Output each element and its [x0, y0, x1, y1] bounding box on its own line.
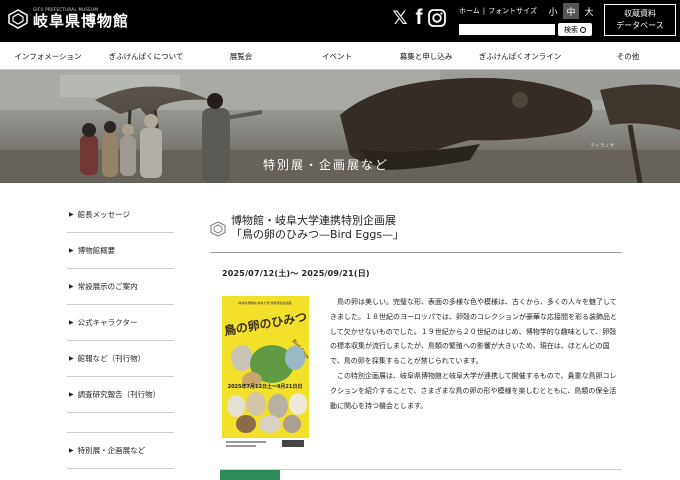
arrow-right-icon: ▶ — [69, 391, 74, 398]
search-input[interactable] — [459, 24, 555, 35]
poster-top-text: 岐阜県博物館 岐阜大学 連携特別企画展 — [239, 300, 292, 305]
arrow-right-icon: ▶ — [69, 447, 74, 454]
sidebar-item-research-reports[interactable]: ▶ 調査研究報告（刊行物） — [67, 377, 174, 413]
x-twitter-icon[interactable]: 𝕏 — [390, 7, 410, 29]
sidebar-item-publications[interactable]: ▶ 館報など（刊行物） — [67, 341, 174, 377]
sidebar-item-overview[interactable]: ▶ 博物館概要 — [67, 233, 174, 269]
exhibition-description: 鳥の卵は美しい。完璧な形、表面の多様な色や模様は、古くから、多くの人々を魅了して… — [330, 295, 620, 413]
home-link[interactable]: ホーム — [459, 6, 480, 16]
hero-banner: 特別展・企画展など ティラノサ — [0, 70, 680, 183]
search-icon — [580, 26, 586, 33]
facebook-icon[interactable]: f — [411, 6, 427, 29]
museum-hexagon-icon — [210, 221, 226, 237]
article-title-line2: 「鳥の卵のひみつ—Bird Eggs—」 — [231, 228, 405, 241]
nav-item-other[interactable]: その他 — [576, 42, 680, 70]
hero-sign-label: ティラノサ — [590, 143, 615, 149]
font-size-switcher: 小 中 大 — [545, 3, 599, 19]
top-links: ホーム | フォントサイズ — [459, 6, 537, 16]
sidebar-item-label: 特別展・企画展など — [77, 446, 146, 455]
collection-label-2: データベース — [616, 21, 664, 30]
exhibition-poster[interactable]: 岐阜県博物館 岐阜大学 連携特別企画展 鳥の卵のひみつ Bird Eggs 20… — [222, 296, 309, 450]
sidebar-item-official-character[interactable]: ▶ 公式キャラクター — [67, 305, 174, 341]
sidebar: ▶ 館長メッセージ ▶ 博物館概要 ▶ 常設展示のご案内 ▶ 公式キャラクター … — [67, 197, 174, 469]
site-header: GIFU PREFECTURAL MUSEUM 岐阜県博物館 𝕏 f ホーム |… — [0, 0, 680, 42]
collection-database-button[interactable]: 収蔵資料 データベース — [604, 4, 676, 36]
logo-japanese: 岐阜県博物館 — [33, 12, 130, 30]
article-title-line1: 博物館・岐阜大学連携特別企画展 — [231, 214, 396, 227]
description-paragraph-1: 鳥の卵は美しい。完璧な形、表面の多様な色や模様は、古くから、多くの人々を魅了して… — [330, 298, 617, 366]
main-content: 博物館・岐阜大学連携特別企画展 「鳥の卵のひみつ—Bird Eggs—」 202… — [210, 214, 622, 480]
arrow-right-icon: ▶ — [69, 247, 74, 254]
collection-label-1: 収蔵資料 — [624, 9, 656, 18]
site-logo[interactable]: GIFU PREFECTURAL MUSEUM 岐阜県博物館 — [8, 7, 129, 30]
nav-item-applications[interactable]: 募集と申し込み — [388, 42, 464, 70]
poster-date: 2025年7月12日土～9月21日日 — [228, 383, 303, 390]
link-separator: | — [482, 7, 486, 15]
arrow-right-icon: ▶ — [69, 319, 74, 326]
hero-title: 特別展・企画展など — [263, 158, 390, 172]
font-size-small-button[interactable]: 小 — [545, 3, 561, 19]
description-paragraph-2: この特別企画展は、岐阜県博物館と岐阜大学が連携して開催するもので、貴重な鳥卵コレ… — [330, 371, 617, 410]
search-button[interactable]: 検索 — [558, 23, 592, 36]
arrow-right-icon: ▶ — [69, 283, 74, 290]
font-size-large-button[interactable]: 大 — [581, 3, 597, 19]
info-table-label-cell — [220, 470, 280, 480]
info-table-header — [220, 469, 622, 480]
sidebar-item-label: 常設展示のご案内 — [77, 282, 138, 291]
font-size-medium-button[interactable]: 中 — [563, 3, 579, 19]
global-nav: インフォメーション ぎふけんぱくについて 展覧会 イベント 募集と申し込み ぎふ… — [0, 42, 680, 70]
sidebar-item-label: 館報など（刊行物） — [77, 354, 146, 363]
nav-item-information[interactable]: インフォメーション — [0, 42, 96, 70]
sidebar-divider — [67, 413, 174, 433]
instagram-icon[interactable] — [428, 9, 446, 27]
sidebar-item-director-message[interactable]: ▶ 館長メッセージ — [67, 197, 174, 233]
nav-item-about[interactable]: ぎふけんぱくについて — [96, 42, 196, 70]
museum-logo-icon — [8, 8, 28, 29]
sidebar-item-label: 調査研究報告（刊行物） — [77, 390, 161, 399]
sidebar-item-special-exhibitions[interactable]: ▶ 特別展・企画展など — [67, 433, 174, 469]
arrow-right-icon: ▶ — [69, 355, 74, 362]
nav-item-events[interactable]: イベント — [286, 42, 388, 70]
fontsize-label: フォントサイズ — [488, 7, 537, 15]
exhibition-date: 2025/07/12(土)～ 2025/09/21(日) — [222, 269, 370, 278]
sidebar-item-label: 館長メッセージ — [77, 210, 130, 219]
sidebar-item-label: 博物館概要 — [77, 246, 116, 255]
search-button-label: 検索 — [564, 25, 578, 34]
nav-item-exhibitions[interactable]: 展覧会 — [196, 42, 286, 70]
sidebar-item-label: 公式キャラクター — [77, 318, 138, 327]
sidebar-item-permanent-exhibits[interactable]: ▶ 常設展示のご案内 — [67, 269, 174, 305]
nav-item-online[interactable]: ぎふけんぱくオンライン — [464, 42, 576, 70]
arrow-right-icon: ▶ — [69, 211, 74, 218]
poster-image: 岐阜県博物館 岐阜大学 連携特別企画展 鳥の卵のひみつ Bird Eggs 20… — [222, 296, 309, 450]
article-heading: 博物館・岐阜大学連携特別企画展 「鳥の卵のひみつ—Bird Eggs—」 — [210, 214, 622, 253]
